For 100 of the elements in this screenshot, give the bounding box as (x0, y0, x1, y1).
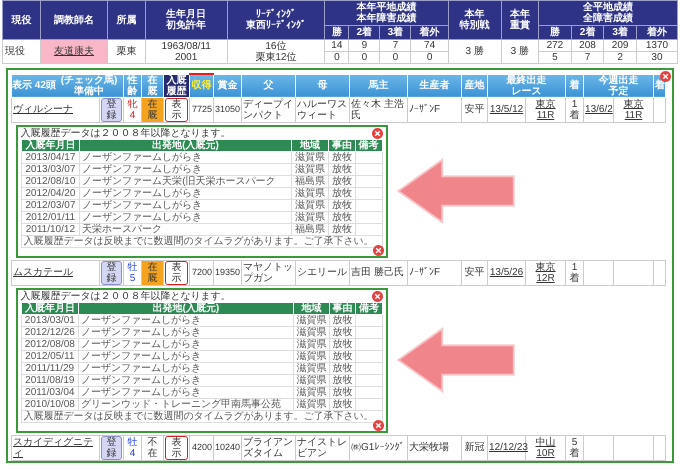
close-icon[interactable] (372, 290, 382, 302)
header-cell: 性齢 (124, 74, 142, 97)
header-cell: 着 (566, 74, 584, 97)
show-history-button[interactable]: 表示 (165, 98, 188, 122)
table-cell: ノーザンファームしがらき (80, 199, 292, 211)
table-cell: 7725 (190, 97, 214, 122)
header-cell: 3着 (604, 26, 636, 40)
remarks-cell (355, 187, 382, 199)
table-cell: 放牧 (328, 199, 356, 211)
footer-note: 入厩履歴データは反映までに数週間のタイムラグがあります。ご了承下さい。 (21, 410, 382, 422)
header-cell: 生産者 (408, 74, 462, 97)
header-cell: 入厩年月日 (21, 302, 79, 314)
table-cell: 新冠 (462, 435, 488, 460)
header-cell: 3着 (380, 26, 411, 40)
table-cell: 福島県 (291, 175, 329, 187)
header-cell: 2着 (348, 26, 380, 40)
table-cell: 2012/12/26 (21, 326, 79, 338)
table-cell: 1着 (566, 97, 584, 122)
header-cell: 勝 (538, 26, 572, 40)
register-button[interactable]: 登録 (101, 98, 122, 122)
header-cell: 所属 (108, 0, 146, 40)
close-icon[interactable] (372, 244, 384, 256)
table-cell: 放牧 (328, 151, 356, 163)
remarks-cell (356, 362, 382, 374)
table-cell: ノーザンファームしがらき (80, 163, 292, 175)
table-cell: 放牧 (330, 338, 356, 350)
table-cell: 吉田 勝己氏 (350, 260, 408, 285)
table-cell: 放牧 (330, 362, 356, 374)
table-cell: 9 (348, 40, 380, 52)
table-cell: 滋賀県 (293, 374, 330, 386)
remarks-cell (356, 314, 382, 326)
table-cell: ノーザンファームしがらき (80, 187, 292, 199)
race-date-link[interactable]: 13/6/2 (584, 97, 614, 122)
header-cell: 今週出走 予定 (584, 74, 654, 97)
horse-count-title: 表示 42頭 (12, 80, 56, 91)
table-cell: 5着 (566, 435, 584, 460)
table-cell: ハルーワスウィート (296, 97, 350, 122)
footer-note: 入厩履歴データは反映までに数週間のタイムラグがあります。ご了承下さい。 (21, 235, 382, 247)
show-history-button[interactable]: 表示 (165, 260, 188, 284)
header-cell: 備考 (356, 302, 382, 314)
remarks-cell (356, 386, 382, 398)
header-cell: 備考 (355, 139, 382, 151)
table-cell: 2011/08/19 (21, 374, 79, 386)
table-cell: 2012/08/10 (21, 175, 80, 187)
remarks-cell (356, 398, 382, 410)
table-cell: 滋賀県 (293, 338, 330, 350)
table-cell: 滋賀県 (293, 326, 330, 338)
race-date-link[interactable]: 13/5/12 (488, 97, 526, 122)
table-cell: 2010/10/08 (21, 398, 79, 410)
header-cell: 出発地(入厩元) (80, 139, 292, 151)
close-icon[interactable] (372, 420, 384, 430)
table-cell: 栗東 (108, 40, 146, 64)
header-cell: 本年平地成績 本年障害成績 (324, 0, 448, 26)
header-cell: 出発地(入厩元) (78, 302, 294, 314)
horse-name-link[interactable]: ヴィルシーナ (12, 97, 100, 122)
table-cell: 3 勝 (501, 40, 539, 64)
close-icon[interactable] (372, 128, 382, 138)
table-cell: 滋賀県 (293, 398, 330, 410)
table-cell: 2012/04/20 (21, 187, 80, 199)
stable-status-cell: 在厩 (142, 260, 164, 285)
horse-name-link[interactable]: ムスカテール (12, 260, 100, 285)
trainer-name-link[interactable]: 友道康夫 (40, 40, 108, 64)
header-cell: 賞金 (214, 74, 242, 97)
register-button[interactable]: 登録 (101, 260, 122, 284)
table-cell: 0 (324, 52, 349, 64)
show-history-button[interactable]: 表示 (165, 436, 188, 460)
table-cell: 放牧 (330, 374, 356, 386)
table-cell: 208 (571, 40, 604, 52)
table-cell: 272 (538, 40, 572, 52)
table-cell: 滋賀県 (291, 199, 329, 211)
race-date-link[interactable]: 12/12/23 (488, 435, 526, 460)
table-cell: ノーザンファームしがらき (78, 362, 294, 374)
header-cell: 父 (242, 74, 296, 97)
remarks-cell (355, 163, 382, 175)
table-cell: 放牧 (328, 211, 356, 223)
header-label: (チェック馬) 準備中 (60, 74, 118, 96)
horse-name-link[interactable]: スカイディグニティ (12, 435, 100, 460)
table-cell: 滋賀県 (293, 350, 330, 362)
header-cell: 調教師名 (40, 0, 108, 40)
table-cell: 19350 (214, 260, 242, 285)
note-text: 入厩履歴データは２００８年以降となります。 (20, 290, 230, 302)
table-cell: 1963/08/11 2001 (145, 40, 228, 64)
race-link[interactable]: 東京11R (526, 97, 566, 122)
table-cell: 31050 (214, 97, 242, 122)
register-button[interactable]: 登録 (101, 436, 122, 460)
header-cell: 入厩年月日 (21, 139, 80, 151)
remarks-cell (356, 326, 382, 338)
header-cell: 事由 (330, 302, 356, 314)
race-link[interactable]: 東京12R (526, 260, 566, 285)
table-cell: ノーザンファームしがらき (80, 211, 292, 223)
table-cell: ノーザンファームしがらき (80, 151, 292, 163)
header-cell: 2着 (571, 26, 604, 40)
table-cell: 放牧 (330, 386, 356, 398)
race-link[interactable]: 東京11R (614, 97, 654, 122)
header-cell: 本年 特別戦 (448, 0, 502, 40)
table-cell: 滋賀県 (291, 211, 329, 223)
race-date-link[interactable]: 13/5/26 (488, 260, 526, 285)
header-cell: 着外 (636, 26, 678, 40)
table-cell: 滋賀県 (291, 187, 329, 199)
header-cell: 馬主 (350, 74, 408, 97)
